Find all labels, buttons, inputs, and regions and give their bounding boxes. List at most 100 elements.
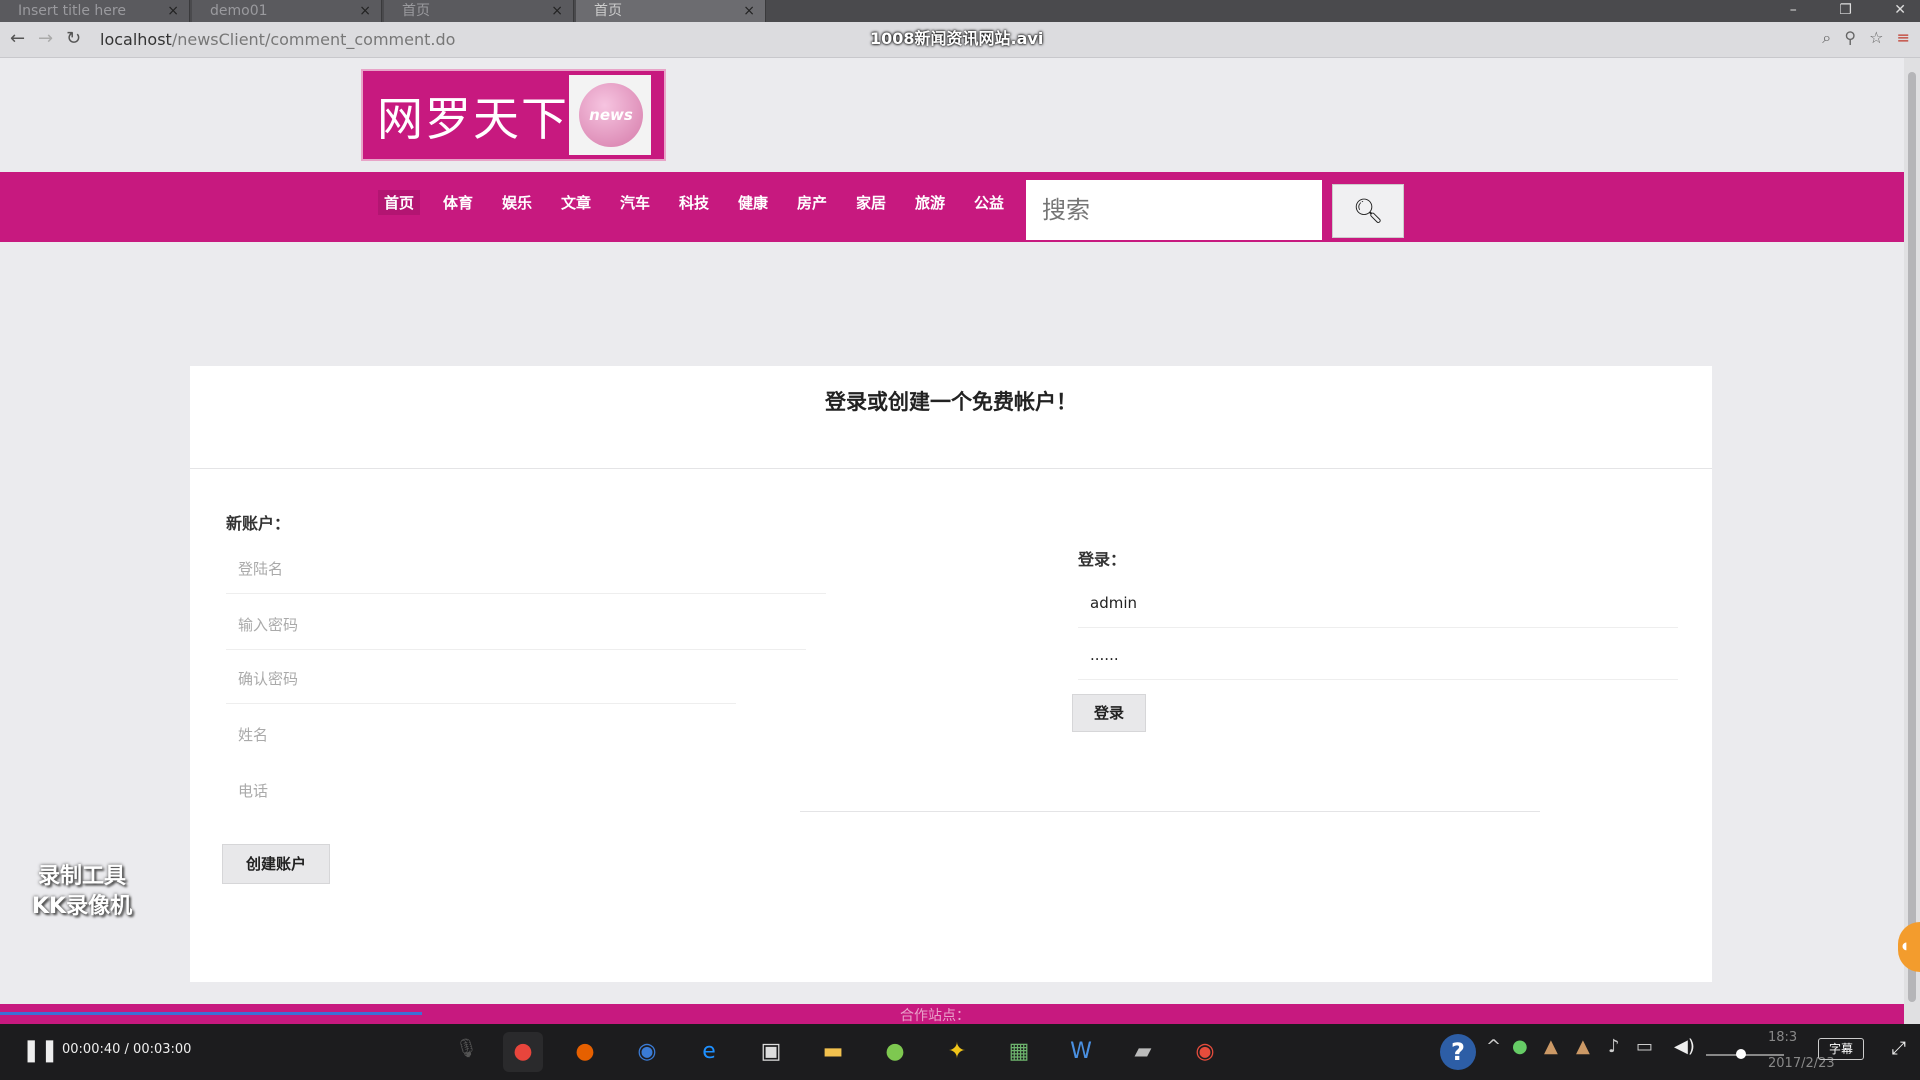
- ie-browser-icon[interactable]: e: [689, 1032, 729, 1072]
- register-phone-input[interactable]: [226, 766, 726, 816]
- tray-app-icon[interactable]: ●: [1512, 1036, 1528, 1057]
- microphone-icon[interactable]: 🎙︎: [455, 1038, 478, 1059]
- search-icon: 🔍︎: [1352, 197, 1384, 225]
- speaker-tray-icon[interactable]: ♪: [1608, 1036, 1620, 1057]
- nav-item-auto[interactable]: 汽车: [614, 190, 656, 215]
- video-time: 00:00:40 / 00:03:00: [62, 1042, 192, 1057]
- tab-label: Insert title here: [18, 3, 126, 19]
- register-name-field: [226, 710, 726, 760]
- register-username-field: [226, 544, 826, 594]
- tab-close-icon[interactable]: ×: [359, 0, 371, 22]
- browser-tab[interactable]: 首页 ×: [384, 0, 574, 22]
- register-password-field: [226, 600, 806, 650]
- word-app-icon[interactable]: W: [1061, 1032, 1101, 1072]
- page-scrollbar[interactable]: [1904, 58, 1920, 1024]
- auth-card: 登录或创建一个免费帐户！ 新账户： 创建账户 登录： 登录: [190, 366, 1712, 982]
- pause-icon[interactable]: ❚❚: [22, 1038, 59, 1063]
- login-password-field: [1078, 630, 1678, 680]
- watermark-line: KK录像机: [32, 894, 133, 919]
- logo-badge: news: [569, 75, 651, 155]
- store-app-icon[interactable]: ▣: [751, 1032, 791, 1072]
- register-confirm-field: [226, 654, 736, 704]
- nav-item-home-living[interactable]: 家居: [850, 190, 892, 215]
- tray-app-icon[interactable]: ▲: [1544, 1036, 1558, 1057]
- nav-item-entertainment[interactable]: 娱乐: [496, 190, 538, 215]
- register-confirm-input[interactable]: [226, 654, 736, 703]
- register-name-input[interactable]: [226, 710, 726, 760]
- login-username-input[interactable]: [1078, 578, 1678, 627]
- recorder-app-icon[interactable]: ◉: [1185, 1032, 1225, 1072]
- login-label: 登录：: [1078, 550, 1127, 569]
- create-account-button[interactable]: 创建账户: [222, 844, 330, 884]
- nav-item-sports[interactable]: 体育: [437, 190, 479, 215]
- yellow-app-icon[interactable]: ✦: [937, 1032, 977, 1072]
- nav-item-travel[interactable]: 旅游: [909, 190, 951, 215]
- search-button[interactable]: 🔍︎: [1332, 184, 1404, 238]
- address-bar-icons: ⌕ ⚲ ☆ ≡: [1814, 28, 1910, 48]
- recorder-watermark: 录制工具 KK录像机: [32, 862, 132, 922]
- bookmark-star-icon[interactable]: ☆: [1869, 28, 1883, 47]
- total-time: 00:03:00: [133, 1042, 192, 1057]
- nav-item-home[interactable]: 首页: [378, 190, 421, 215]
- login-password-input[interactable]: [1078, 630, 1678, 679]
- spreadsheet-app-icon[interactable]: ▦: [999, 1032, 1039, 1072]
- battery-tray-icon[interactable]: ▭: [1636, 1036, 1653, 1057]
- chrome-app-icon[interactable]: ●: [503, 1032, 543, 1072]
- register-phone-field: [226, 766, 726, 816]
- subtitle-button[interactable]: 字幕: [1818, 1038, 1864, 1060]
- firefox-app-icon[interactable]: ●: [565, 1032, 605, 1072]
- close-window-icon[interactable]: ✕: [1894, 2, 1906, 18]
- main-nav: 首页 体育 娱乐 文章 汽车 科技 健康 房产 家居 旅游 公益 🔍︎: [0, 172, 1904, 242]
- file-explorer-icon[interactable]: ▬: [813, 1032, 853, 1072]
- nav-item-tech[interactable]: 科技: [673, 190, 715, 215]
- register-password-input[interactable]: [226, 600, 806, 649]
- search-input[interactable]: [1026, 180, 1322, 240]
- logo-text: 网罗天下: [377, 92, 569, 146]
- video-title: 1008新闻资讯网站.avi: [870, 29, 1044, 48]
- back-icon[interactable]: ←: [10, 28, 25, 49]
- tab-close-icon[interactable]: ×: [551, 0, 563, 22]
- green-app-icon[interactable]: ●: [875, 1032, 915, 1072]
- reload-icon[interactable]: ↻: [66, 28, 81, 49]
- nav-item-realestate[interactable]: 房产: [791, 190, 833, 215]
- browser-menu-icon[interactable]: ≡: [1897, 28, 1910, 47]
- nav-item-charity[interactable]: 公益: [968, 190, 1010, 215]
- nav-item-health[interactable]: 健康: [732, 190, 774, 215]
- video-progress-bar[interactable]: [0, 1012, 422, 1015]
- url-field[interactable]: localhost/newsClient/comment_comment.do: [100, 30, 455, 49]
- volume-slider-handle[interactable]: [1736, 1049, 1746, 1059]
- tab-label: demo01: [210, 3, 268, 19]
- browser-tab-bar: Insert title here × demo01 × 首页 × 首页 × –…: [0, 0, 1920, 22]
- sogou-browser-icon[interactable]: ◉: [627, 1032, 667, 1072]
- fullscreen-icon[interactable]: ⤢: [1892, 1038, 1906, 1059]
- site-logo[interactable]: 网罗天下 news: [361, 69, 666, 161]
- volume-icon[interactable]: ◀): [1674, 1036, 1695, 1057]
- tray-chevron-icon[interactable]: ^: [1486, 1036, 1501, 1057]
- location-pin-icon[interactable]: ⚲: [1844, 28, 1856, 47]
- tab-close-icon[interactable]: ×: [167, 0, 179, 22]
- scrollbar-thumb[interactable]: [1908, 72, 1916, 1002]
- browser-tab[interactable]: demo01 ×: [192, 0, 382, 22]
- minimize-icon[interactable]: –: [1790, 2, 1797, 18]
- url-path: /newsClient/comment_comment.do: [171, 30, 456, 49]
- register-label: 新账户：: [226, 514, 291, 533]
- page-title: 登录或创建一个免费帐户！: [825, 389, 1077, 414]
- watermark-line: 录制工具: [38, 864, 127, 889]
- tab-label: 首页: [594, 3, 622, 19]
- register-username-input[interactable]: [226, 544, 826, 593]
- browser-tab[interactable]: Insert title here ×: [0, 0, 190, 22]
- login-username-field: [1078, 578, 1678, 628]
- tab-close-icon[interactable]: ×: [743, 0, 755, 22]
- tab-label: 首页: [402, 3, 430, 19]
- help-icon[interactable]: ?: [1440, 1034, 1476, 1070]
- tray-app-icon[interactable]: ▲: [1576, 1036, 1590, 1057]
- nav-item-articles[interactable]: 文章: [555, 190, 597, 215]
- zoom-icon[interactable]: ⌕: [1822, 28, 1831, 47]
- notebook-app-icon[interactable]: ▰: [1123, 1032, 1163, 1072]
- news-badge-icon: news: [579, 83, 643, 147]
- login-button[interactable]: 登录: [1072, 694, 1146, 732]
- restore-icon[interactable]: ❐: [1839, 2, 1852, 18]
- browser-tab-active[interactable]: 首页 ×: [576, 0, 766, 22]
- forward-icon[interactable]: →: [38, 28, 53, 49]
- taskbar: ❚❚ 00:00:40 / 00:03:00 🎙︎ ● ● ◉ e ▣ ▬ ● …: [0, 1024, 1920, 1080]
